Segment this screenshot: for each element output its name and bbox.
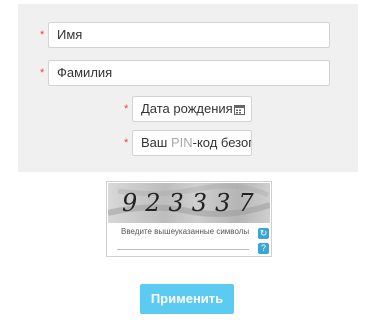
pin-code-input[interactable]: Ваш PIN-код безопас xyxy=(132,130,252,156)
required-mark: * xyxy=(124,103,129,115)
required-mark: * xyxy=(40,67,45,79)
captcha-hint: Введите вышеуказанные символы xyxy=(121,227,250,236)
calendar-icon[interactable] xyxy=(234,104,245,115)
captcha-image: 923337 xyxy=(108,183,270,223)
last-name-placeholder: Фамилия xyxy=(57,65,113,80)
birth-date-input[interactable]: Дата рождения xyxy=(132,96,252,122)
submit-button[interactable]: Применить xyxy=(140,284,234,314)
help-icon[interactable]: ? xyxy=(258,243,269,254)
first-name-placeholder: Имя xyxy=(57,27,83,42)
captcha-answer-input[interactable] xyxy=(117,249,249,250)
last-name-input[interactable]: Фамилия xyxy=(48,60,330,86)
required-mark: * xyxy=(40,29,45,41)
birth-date-placeholder: Дата рождения xyxy=(141,101,233,116)
first-name-input[interactable]: Имя xyxy=(48,22,330,48)
pin-placeholder-prefix: Ваш xyxy=(141,135,171,150)
pin-placeholder-suffix: -код безопас xyxy=(192,135,251,150)
required-mark: * xyxy=(124,137,129,149)
refresh-icon[interactable]: ↻ xyxy=(258,228,269,239)
captcha-widget: 923337 Введите вышеуказанные символы ↻ ? xyxy=(106,181,272,257)
pin-placeholder-highlight: PIN xyxy=(170,135,193,150)
captcha-code: 923337 xyxy=(122,189,262,217)
